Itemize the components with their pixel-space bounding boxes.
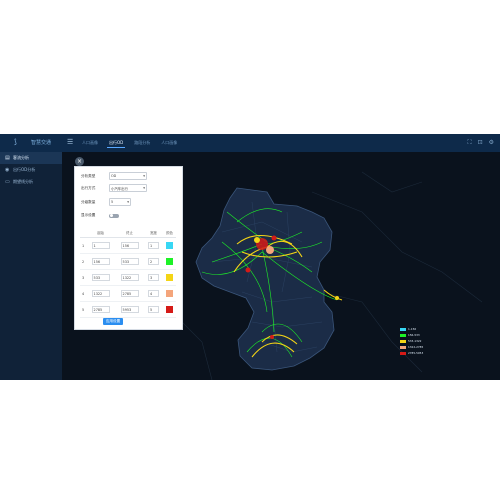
- start-input[interactable]: 1322: [91, 290, 110, 297]
- table-row: 1 1 156 1: [80, 237, 176, 254]
- legend-swatch: [400, 333, 406, 337]
- color-swatch[interactable]: [165, 241, 173, 249]
- column-header: 起始: [86, 228, 116, 238]
- tab-population-2[interactable]: 人口画像: [159, 139, 179, 148]
- color-swatch[interactable]: [165, 257, 173, 265]
- nav-tabs: 人口画像 出行OD 路段分析 人口画像: [80, 139, 179, 148]
- chevron-down-icon: ▾: [143, 186, 145, 190]
- document-icon: ▭: [5, 179, 10, 185]
- levels-table: 起始 终止 宽度 颜色 1 1 156 1 2 156 533 2 3 533 …: [80, 228, 176, 318]
- legend-swatch: [400, 327, 406, 331]
- width-input[interactable]: 4: [147, 290, 159, 297]
- field-label: 分级数量: [81, 199, 96, 204]
- color-swatch[interactable]: [165, 273, 173, 281]
- legend-label: 1-156: [408, 327, 417, 331]
- sidebar-item-label: 期望线分析: [13, 179, 33, 184]
- logo-icon: ⟆: [14, 138, 17, 146]
- sidebar: ▤ 客流分析 ◉ 出行OD分析 ▭ 期望线分析: [0, 152, 62, 380]
- tab-road-analysis[interactable]: 路段分析: [132, 139, 152, 148]
- column-header: 宽度: [144, 228, 163, 238]
- table-row: 2 156 533 2: [80, 253, 176, 270]
- field-display-settings: 显示设置: [81, 213, 119, 218]
- select-value: 小汽车出行: [111, 186, 128, 191]
- field-label: 出行方式: [81, 185, 96, 190]
- chevron-down-icon: ▾: [143, 174, 145, 178]
- map-legend: 1-156 156-533 533-1322 1322-2785 2785-59…: [400, 326, 423, 356]
- column-header: 颜色: [162, 228, 176, 238]
- field-label: 显示设置: [81, 213, 96, 217]
- level-count-select[interactable]: 5 ▾: [109, 198, 131, 206]
- field-travel-mode: 出行方式 小汽车出行 ▾: [81, 184, 147, 192]
- location-icon: ◉: [5, 167, 10, 173]
- width-input[interactable]: 5: [147, 306, 159, 313]
- start-input[interactable]: 156: [91, 258, 110, 265]
- start-input[interactable]: 2785: [91, 306, 110, 313]
- sidebar-item-od-analysis[interactable]: ◉ 出行OD分析: [0, 164, 62, 176]
- expand-icon[interactable]: ⊡: [478, 139, 483, 147]
- end-input[interactable]: 533: [120, 258, 139, 265]
- chart-icon: ▤: [5, 155, 10, 161]
- legend-swatch: [400, 345, 406, 349]
- legend-label: 1322-2785: [408, 345, 424, 349]
- hamburger-icon[interactable]: ☰: [67, 139, 73, 146]
- legend-swatch: [400, 351, 406, 355]
- sidebar-item-flow-analysis[interactable]: ▤ 客流分析: [0, 152, 62, 164]
- color-swatch[interactable]: [165, 289, 173, 297]
- end-input[interactable]: 1322: [120, 274, 139, 281]
- logo: ⟆ 智慧交通: [14, 137, 51, 147]
- apply-button[interactable]: 应用设置: [103, 318, 123, 325]
- width-input[interactable]: 3: [147, 274, 159, 281]
- logo-text: 智慧交通: [31, 139, 52, 146]
- table-row: 5 2785 5953 5: [80, 301, 176, 318]
- analysis-type-select[interactable]: OD ▾: [109, 172, 147, 180]
- table-row: 3 533 1322 3: [80, 269, 176, 286]
- sidebar-item-label: 出行OD分析: [13, 167, 36, 172]
- display-toggle[interactable]: [109, 213, 119, 218]
- legend-swatch: [400, 339, 406, 343]
- field-label: 分析类型: [81, 173, 96, 178]
- field-level-count: 分级数量 5 ▾: [81, 198, 131, 206]
- width-input[interactable]: 2: [147, 258, 159, 265]
- settings-panel: 分析类型 OD ▾ 出行方式 小汽车出行 ▾ 分级数量 5 ▾ 显示设置 起始 …: [74, 166, 183, 330]
- sidebar-item-desire-line[interactable]: ▭ 期望线分析: [0, 176, 62, 188]
- close-icon[interactable]: ×: [75, 157, 84, 166]
- top-icons: ⛶ ⊡ ⚙: [467, 139, 494, 147]
- end-input[interactable]: 5953: [120, 306, 139, 313]
- settings-icon[interactable]: ⚙: [489, 139, 494, 147]
- tab-od[interactable]: 出行OD: [107, 139, 126, 148]
- top-bar: ⟆ 智慧交通 ☰ 人口画像 出行OD 路段分析 人口画像 ⛶ ⊡ ⚙: [0, 134, 500, 152]
- width-input[interactable]: 1: [147, 242, 159, 249]
- start-input[interactable]: 533: [91, 274, 110, 281]
- column-header: 终止: [115, 228, 145, 238]
- table-header-row: 起始 终止 宽度 颜色: [80, 228, 176, 238]
- end-input[interactable]: 156: [120, 242, 139, 249]
- select-value: OD: [111, 174, 117, 178]
- start-input[interactable]: 1: [91, 242, 110, 249]
- legend-label: 533-1322: [408, 339, 422, 343]
- field-analysis-type: 分析类型 OD ▾: [81, 172, 147, 180]
- legend-label: 156-533: [408, 333, 420, 337]
- tab-population-1[interactable]: 人口画像: [80, 139, 100, 148]
- color-swatch[interactable]: [165, 305, 173, 313]
- sidebar-item-label: 客流分析: [13, 155, 29, 160]
- end-input[interactable]: 2785: [120, 290, 139, 297]
- fullscreen-icon[interactable]: ⛶: [467, 139, 471, 147]
- chevron-down-icon: ▾: [127, 200, 129, 204]
- legend-label: 2785-5953: [408, 351, 424, 355]
- table-row: 4 1322 2785 4: [80, 285, 176, 302]
- travel-mode-select[interactable]: 小汽车出行 ▾: [109, 184, 147, 192]
- legend-item: 2785-5953: [400, 350, 423, 356]
- select-value: 5: [111, 200, 114, 204]
